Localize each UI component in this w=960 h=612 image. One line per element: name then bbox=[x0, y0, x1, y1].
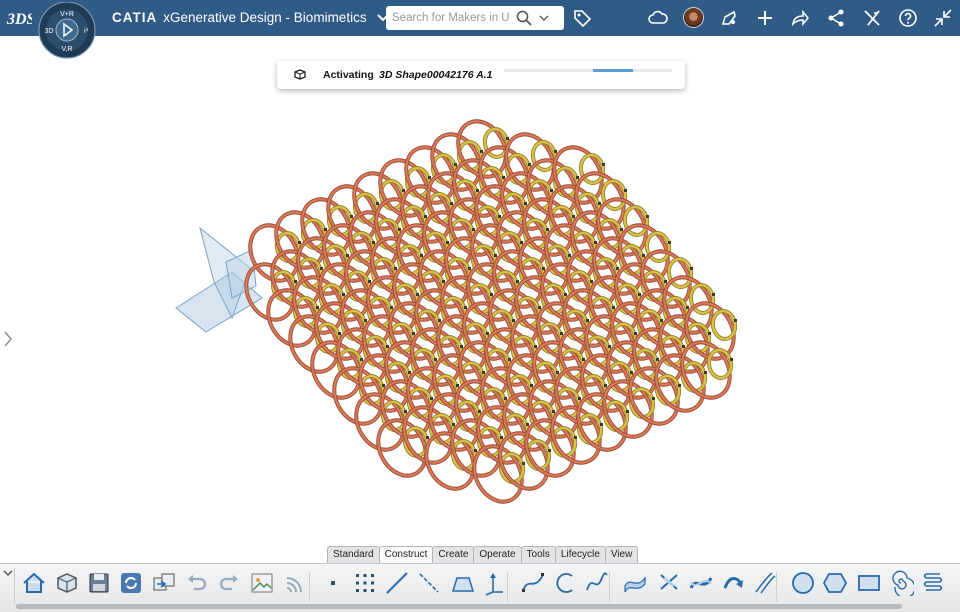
sweep-icon[interactable] bbox=[622, 570, 648, 596]
image-icon[interactable] bbox=[249, 570, 275, 596]
3d-part-icon[interactable] bbox=[54, 570, 80, 596]
add-icon[interactable] bbox=[755, 8, 775, 28]
chevron-down-icon[interactable] bbox=[3, 569, 13, 577]
network-share-icon[interactable] bbox=[826, 8, 846, 28]
tools-icon[interactable] bbox=[862, 8, 882, 28]
top-bar: 3DS V+R 3D i³ V,R CATIA xGenerative Desi… bbox=[0, 0, 960, 59]
lattice-model[interactable] bbox=[0, 36, 960, 563]
tab-tools[interactable]: Tools bbox=[520, 546, 556, 563]
refresh-icon[interactable] bbox=[118, 570, 144, 596]
axis-system-icon[interactable] bbox=[481, 570, 507, 596]
tab-operate[interactable]: Operate bbox=[473, 546, 522, 563]
home-icon[interactable] bbox=[21, 570, 47, 596]
avatar[interactable] bbox=[683, 7, 704, 28]
activation-label: Activating bbox=[323, 69, 374, 81]
plane-icon[interactable] bbox=[450, 570, 476, 596]
compass-icon[interactable]: V+R 3D i³ V,R bbox=[37, 2, 97, 62]
search-box[interactable] bbox=[386, 6, 564, 30]
rectangle-icon[interactable] bbox=[856, 570, 882, 596]
compass-top-label: V+R bbox=[60, 11, 74, 18]
separator bbox=[507, 572, 508, 602]
parallel-curves-icon[interactable] bbox=[752, 570, 778, 596]
help-icon[interactable] bbox=[898, 8, 918, 28]
spring-icon[interactable] bbox=[920, 570, 946, 596]
search-icon[interactable] bbox=[516, 10, 532, 26]
tag-icon[interactable] bbox=[572, 8, 592, 28]
save-icon[interactable] bbox=[86, 570, 112, 596]
action-bar bbox=[0, 563, 960, 612]
spiral-icon[interactable] bbox=[888, 570, 914, 596]
point-icon[interactable] bbox=[320, 570, 346, 596]
tab-construct[interactable]: Construct bbox=[378, 546, 434, 563]
circle-icon[interactable] bbox=[790, 570, 816, 596]
lattice-rings bbox=[244, 119, 738, 504]
cloud-icon[interactable] bbox=[648, 8, 668, 28]
separator bbox=[309, 572, 310, 602]
swap-icon[interactable] bbox=[151, 570, 177, 596]
undo-icon[interactable] bbox=[184, 570, 210, 596]
blend-icon[interactable] bbox=[656, 570, 682, 596]
tab-view[interactable]: View bbox=[604, 546, 639, 563]
tab-standard[interactable]: Standard bbox=[327, 546, 380, 563]
activation-progress bbox=[504, 69, 672, 72]
brand-name: CATIA bbox=[112, 10, 158, 25]
compass-bottom-label: V,R bbox=[61, 46, 72, 53]
chevron-down-icon[interactable] bbox=[539, 14, 549, 22]
point-grid-icon[interactable] bbox=[352, 570, 378, 596]
axis-icon[interactable] bbox=[416, 570, 442, 596]
svg-text:3DS: 3DS bbox=[6, 11, 32, 28]
hexagon-icon[interactable] bbox=[822, 570, 848, 596]
3d-viewport[interactable] bbox=[0, 36, 960, 563]
activation-object: 3D Shape00042176 A.1 bbox=[379, 69, 493, 81]
wifi-icon[interactable] bbox=[282, 570, 308, 596]
search-input[interactable] bbox=[392, 10, 510, 26]
redo-icon[interactable] bbox=[216, 570, 242, 596]
app-name: xGenerative Design - Biomimetics bbox=[163, 10, 367, 25]
3ds-logo-icon[interactable]: 3DS bbox=[6, 7, 32, 29]
compass-left-label: 3D bbox=[45, 28, 54, 35]
app-title[interactable]: CATIA xGenerative Design - Biomimetics bbox=[112, 10, 389, 25]
rotate-icon[interactable] bbox=[720, 570, 746, 596]
divider bbox=[14, 568, 15, 604]
chevron-right-icon[interactable] bbox=[3, 331, 13, 347]
forward-icon[interactable] bbox=[790, 8, 810, 28]
activation-progress-fill bbox=[593, 69, 633, 72]
line-icon[interactable] bbox=[384, 570, 410, 596]
compass-right-label: i³ bbox=[84, 28, 89, 35]
arc-icon[interactable] bbox=[552, 570, 578, 596]
spline-icon[interactable] bbox=[520, 570, 546, 596]
tab-lifecycle[interactable]: Lifecycle bbox=[554, 546, 606, 563]
action-bar-tabs: Standard Construct Create Operate Tools Lifec… bbox=[327, 546, 639, 563]
3d-shape-icon bbox=[294, 69, 306, 80]
share-icon[interactable] bbox=[719, 8, 739, 28]
tab-create[interactable]: Create bbox=[432, 546, 475, 563]
curve-icon[interactable] bbox=[584, 570, 610, 596]
twist-icon[interactable] bbox=[688, 570, 714, 596]
action-bar-scrollbar[interactable] bbox=[16, 604, 902, 609]
activation-status: Activating 3D Shape00042176 A.1 bbox=[277, 61, 685, 89]
collapse-icon[interactable] bbox=[933, 8, 953, 28]
